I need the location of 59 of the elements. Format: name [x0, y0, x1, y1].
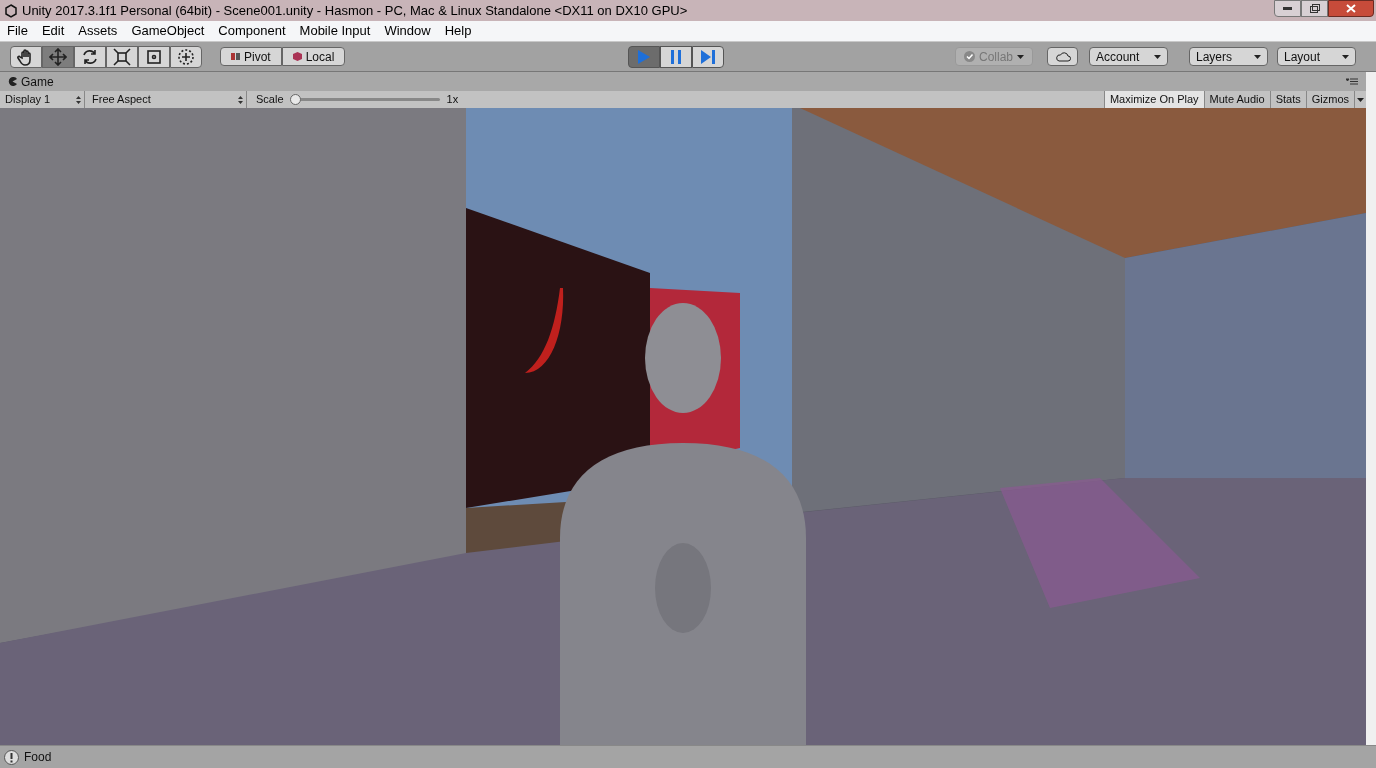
rect-tool-icon — [145, 47, 163, 66]
slider-thumb[interactable] — [289, 94, 301, 105]
menu-item[interactable]: File — [0, 21, 35, 41]
pause-icon — [671, 49, 682, 64]
caret-icon — [1342, 54, 1349, 59]
local-button[interactable]: Local — [281, 47, 346, 66]
cube-icon — [292, 52, 302, 61]
minimize-button[interactable] — [1274, 0, 1301, 17]
account-dropdown[interactable]: Account — [1089, 47, 1168, 66]
menu-item[interactable]: Assets — [71, 21, 125, 41]
tool-button[interactable] — [170, 45, 202, 68]
restore-button[interactable] — [1301, 0, 1328, 17]
tool-button[interactable] — [138, 45, 170, 68]
caret-icon — [1357, 97, 1364, 102]
scale-slider[interactable] — [289, 94, 440, 105]
cloud-button[interactable] — [1047, 47, 1078, 66]
minimize-icon — [1283, 7, 1292, 10]
caret-icon — [1254, 54, 1261, 59]
window-title: Unity 2017.3.1f1 Personal (64bit) - Scene001.unity - Hasmon - PC, Mac & Linux Standalone <DX11 on DX10 GPU> — [22, 1, 688, 20]
scale-reading: 1x — [446, 92, 459, 108]
menu-item[interactable]: Mobile Input — [292, 21, 378, 41]
close-button[interactable] — [1328, 0, 1374, 17]
rotate-icon — [81, 47, 99, 66]
layers-dropdown[interactable]: Layers — [1189, 47, 1268, 66]
playback-button[interactable] — [628, 45, 661, 68]
play-icon — [638, 49, 651, 64]
toggle-button[interactable]: Maximize On Play — [1103, 91, 1204, 108]
playback-button[interactable] — [692, 45, 725, 68]
info-icon — [4, 749, 19, 765]
game-tab[interactable]: Game — [8, 72, 54, 91]
restore-icon — [1309, 4, 1320, 13]
panel-menu-icon — [1346, 78, 1358, 85]
menu-item[interactable]: Window — [377, 21, 438, 41]
scale-icon — [113, 47, 131, 66]
caret-icon — [1154, 54, 1161, 59]
check-circle-icon — [963, 51, 975, 62]
pacman-icon — [8, 77, 17, 86]
playback-button[interactable] — [660, 45, 693, 68]
step-icon — [701, 49, 716, 64]
pivot-button[interactable]: Pivot — [220, 47, 282, 66]
tool-button[interactable] — [10, 45, 42, 68]
menu-item[interactable]: Help — [437, 21, 479, 41]
close-icon — [1346, 4, 1356, 13]
pivot-icon — [231, 52, 240, 61]
scale-label: Scale — [256, 92, 284, 108]
cloud-icon — [1054, 51, 1071, 62]
tool-button[interactable] — [106, 45, 138, 68]
menu-item[interactable]: Component — [211, 21, 293, 41]
tool-button[interactable] — [74, 45, 106, 68]
menu-item[interactable]: Edit — [34, 21, 72, 41]
updown-icon — [238, 95, 243, 104]
caret-icon — [1017, 54, 1024, 59]
menu-item[interactable]: GameObject — [124, 21, 212, 41]
tool-button[interactable] — [42, 45, 74, 68]
move-icon — [49, 47, 67, 66]
updown-icon — [76, 95, 81, 104]
transform-icon — [177, 47, 195, 66]
layout-dropdown[interactable]: Layout — [1277, 47, 1356, 66]
status-message: Food — [24, 749, 52, 766]
